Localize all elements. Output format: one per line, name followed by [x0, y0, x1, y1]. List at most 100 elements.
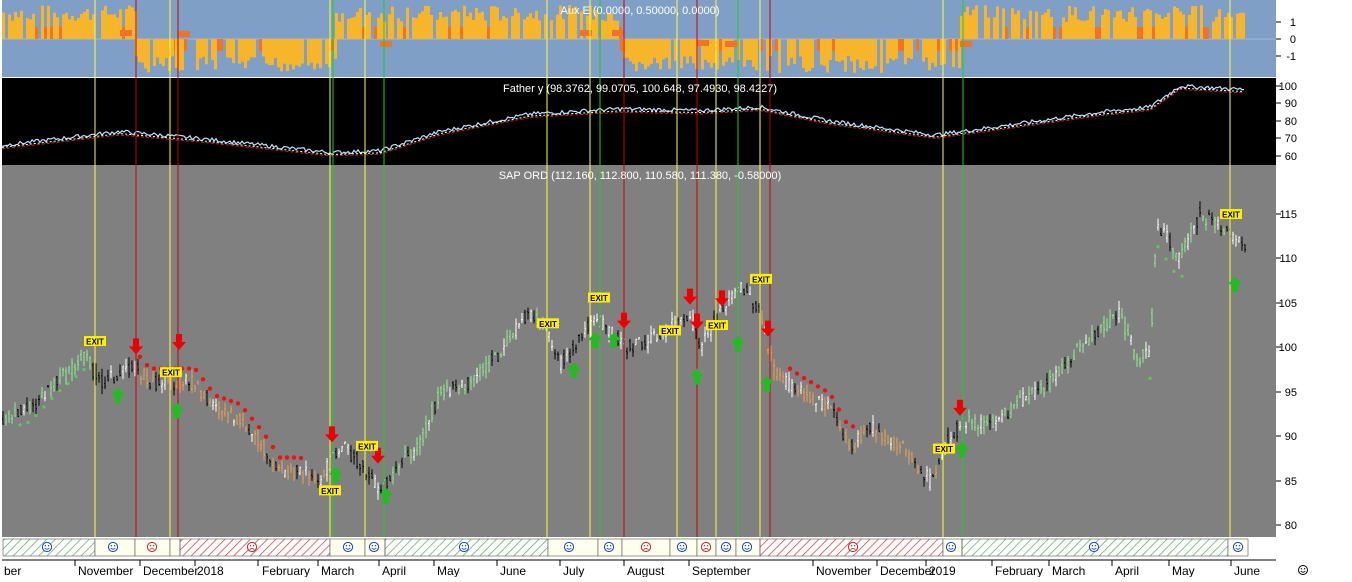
aux-bar: [8, 14, 11, 40]
face-eye: [1238, 545, 1241, 547]
aux-bar: [1080, 20, 1083, 39]
aux-bar: [335, 13, 338, 39]
aux-bar: [202, 39, 205, 57]
aux-bar: [229, 39, 232, 58]
aux-bar: [247, 39, 250, 61]
aux-bar: [1098, 27, 1101, 39]
stop-dot: [787, 366, 793, 371]
face-outline: [1232, 541, 1244, 553]
aux-bar: [868, 39, 871, 69]
aux-bar: [689, 39, 692, 57]
aux-bar: [463, 5, 466, 39]
aux-bar: [523, 19, 526, 39]
aux-bar: [601, 19, 604, 39]
aux-bar: [778, 39, 781, 73]
aux-bar: [469, 12, 472, 39]
aux-bar: [1200, 5, 1203, 40]
face-outline: [458, 541, 470, 553]
month-label: 2019: [929, 564, 956, 577]
aux-bar: [1140, 27, 1143, 39]
aux-bar: [412, 17, 415, 39]
aux-bar: [262, 39, 265, 57]
aux-bar: [1125, 21, 1128, 39]
stop-dot: [291, 455, 297, 460]
stop-dot: [74, 375, 78, 379]
aux-bar: [1071, 15, 1074, 39]
aux-bar: [1128, 12, 1131, 39]
aux-bar: [886, 39, 889, 64]
aux-bar: [86, 9, 89, 39]
aux-bar: [592, 19, 595, 39]
aux-bar: [283, 39, 286, 64]
aux-bar: [319, 39, 322, 69]
aux-bar: [199, 39, 202, 59]
month-label: February: [995, 564, 1043, 577]
exit-label: EXIT: [162, 369, 180, 378]
sad-face-icon: [246, 541, 258, 553]
aux-bar: [996, 6, 999, 39]
aux-bar: [41, 5, 44, 39]
aux-bar: [11, 20, 14, 39]
strip-segment: [169, 538, 181, 557]
stop-dot: [256, 425, 262, 430]
aux-bar: [1143, 11, 1146, 40]
aux-bar: [1173, 6, 1176, 40]
aux-bar: [692, 39, 695, 64]
aux-bar: [847, 39, 850, 57]
aux-bar: [110, 14, 113, 39]
aux-bar: [490, 6, 493, 40]
face-eye: [113, 545, 116, 547]
aux-bar: [421, 11, 424, 39]
aux-tick-label: 1: [1290, 17, 1296, 29]
aux-bar: [424, 5, 427, 40]
aux-bar: [418, 13, 421, 39]
aux-bar: [1152, 27, 1155, 39]
aux-bar: [196, 39, 199, 71]
aux-bar: [1104, 9, 1107, 40]
face-eye: [1235, 545, 1238, 547]
month-label: November: [78, 564, 133, 577]
aux-bar: [892, 39, 895, 61]
price-tick-label: 115: [1279, 209, 1297, 221]
aux-bar: [1149, 10, 1152, 39]
aux-bar: [517, 12, 520, 40]
aux-bar: [722, 39, 725, 66]
father-tick-label: 80: [1285, 116, 1297, 128]
face-outline: [107, 541, 119, 553]
stop-dot: [58, 389, 62, 393]
stop-dot: [284, 455, 290, 460]
aux-bar: [820, 39, 823, 65]
aux-bar: [277, 39, 280, 68]
face-outline: [720, 541, 732, 553]
stop-dot: [298, 455, 304, 461]
aux-bar: [856, 39, 859, 60]
father-tick-label: 100: [1279, 81, 1297, 93]
month-label: April: [1115, 564, 1139, 577]
aux-bar: [1050, 17, 1053, 39]
exit-label: EXIT: [708, 322, 726, 331]
aux-bar: [1089, 11, 1092, 39]
aux-bar: [153, 39, 156, 66]
aux-bar: [644, 39, 647, 70]
aux-bar: [635, 39, 638, 72]
sap-ord-chart: EXIT EXIT EXIT EXIT EXIT EXIT EXIT EXIT EXIT EXIT…: [1, 0, 1352, 578]
price-tick-label: 110: [1279, 253, 1297, 265]
aux-bar: [502, 16, 505, 39]
happy-face-icon: [458, 541, 470, 553]
stop-dot: [270, 444, 276, 450]
aux-bar: [607, 13, 610, 39]
face-eye: [682, 545, 685, 547]
face-eye: [152, 545, 155, 547]
face-eye: [850, 545, 853, 547]
stop-dot: [1172, 269, 1176, 273]
aux-bar: [350, 18, 353, 39]
aux-bar: [604, 21, 607, 39]
aux-bar: [415, 18, 418, 39]
face-eye: [744, 545, 747, 547]
sad-face-icon: [700, 541, 712, 553]
aux-bar: [749, 39, 752, 61]
face-outline: [676, 541, 688, 553]
father-tick-label: 70: [1285, 133, 1297, 145]
aux-bar: [895, 39, 898, 59]
aux-bar: [380, 41, 392, 47]
